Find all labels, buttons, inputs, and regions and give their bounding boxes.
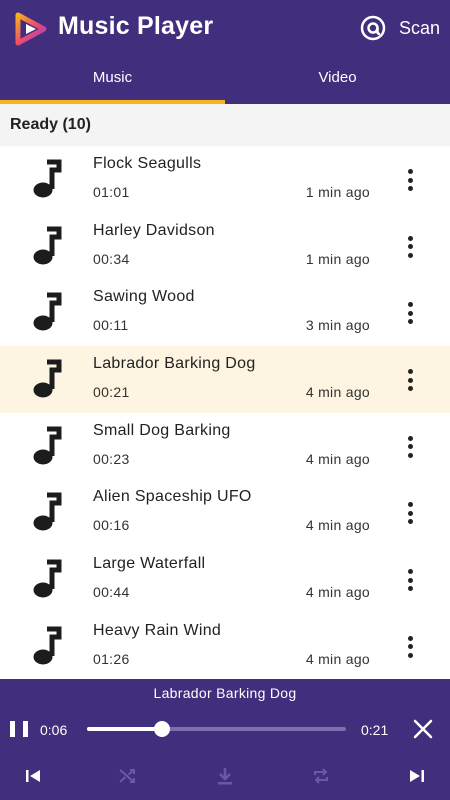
song-row[interactable]: Sawing Wood 00:11 3 min ago bbox=[0, 279, 450, 347]
scan-icon bbox=[360, 15, 386, 41]
song-title: Small Dog Barking bbox=[93, 421, 231, 439]
tab-video[interactable]: Video bbox=[225, 56, 450, 104]
tab-music-label: Music bbox=[92, 68, 133, 86]
more-options-icon[interactable] bbox=[400, 367, 420, 393]
music-note-icon bbox=[33, 626, 62, 665]
song-title: Labrador Barking Dog bbox=[93, 355, 256, 373]
more-options-icon[interactable] bbox=[400, 500, 420, 526]
seek-bar[interactable] bbox=[87, 721, 346, 737]
song-duration: 00:21 bbox=[93, 384, 130, 401]
song-row[interactable]: Large Waterfall 00:44 4 min ago bbox=[0, 546, 450, 613]
tab-music[interactable]: Music bbox=[0, 56, 225, 104]
song-title: Alien Spaceship UFO bbox=[93, 488, 252, 506]
more-options-icon[interactable] bbox=[400, 434, 420, 460]
music-note-icon bbox=[33, 226, 62, 265]
song-duration: 00:16 bbox=[93, 517, 130, 534]
song-added-time: 3 min ago bbox=[305, 317, 370, 334]
download-icon[interactable] bbox=[214, 765, 236, 787]
song-duration: 00:44 bbox=[93, 584, 130, 601]
seek-bar-thumb[interactable] bbox=[154, 721, 171, 737]
music-note-icon bbox=[33, 159, 62, 198]
music-note-icon bbox=[33, 292, 62, 331]
current-time: 0:06 bbox=[40, 722, 68, 738]
app-bar: Music Player Scan bbox=[0, 0, 450, 56]
song-duration: 01:01 bbox=[93, 184, 130, 200]
more-options-icon[interactable] bbox=[400, 634, 420, 660]
song-row-active[interactable]: Labrador Barking Dog 00:21 4 min ago bbox=[0, 346, 450, 413]
music-note-icon bbox=[33, 559, 62, 598]
mini-player: Labrador Barking Dog 0:06 0:21 bbox=[0, 679, 450, 800]
song-row[interactable]: Harley Davidson 00:34 1 min ago bbox=[0, 212, 450, 280]
song-title: Harley Davidson bbox=[93, 221, 215, 239]
song-row[interactable]: Heavy Rain Wind 01:26 4 min ago bbox=[0, 612, 450, 680]
app-title: Music Player bbox=[58, 12, 214, 40]
song-duration: 00:23 bbox=[93, 450, 130, 467]
more-options-icon[interactable] bbox=[400, 167, 420, 193]
song-duration: 00:11 bbox=[93, 317, 129, 334]
music-note-icon bbox=[33, 359, 62, 398]
song-title: Heavy Rain Wind bbox=[93, 621, 222, 639]
song-row[interactable]: Flock Seagulls 01:01 1 min ago bbox=[0, 146, 450, 213]
more-options-icon[interactable] bbox=[400, 234, 420, 260]
now-playing-title: Labrador Barking Dog bbox=[153, 685, 297, 701]
skip-previous-icon[interactable] bbox=[22, 765, 44, 787]
song-title: Large Waterfall bbox=[93, 555, 206, 573]
scan-label: Scan bbox=[398, 17, 440, 38]
song-added-time: 4 min ago bbox=[305, 584, 370, 601]
song-duration: 00:34 bbox=[93, 250, 130, 267]
repeat-icon[interactable] bbox=[310, 765, 332, 787]
music-note-icon bbox=[33, 426, 62, 465]
tab-video-label: Video bbox=[318, 68, 357, 86]
pause-icon[interactable] bbox=[10, 721, 28, 739]
song-added-time: 4 min ago bbox=[305, 517, 370, 534]
skip-next-icon[interactable] bbox=[406, 765, 428, 787]
song-added-time: 4 min ago bbox=[305, 450, 370, 467]
more-options-icon[interactable] bbox=[400, 567, 420, 593]
song-added-time: 1 min ago bbox=[305, 250, 370, 267]
tab-bar: Music Video bbox=[0, 56, 450, 104]
shuffle-icon[interactable] bbox=[117, 765, 139, 787]
song-row[interactable]: Alien Spaceship UFO 00:16 4 min ago bbox=[0, 479, 450, 547]
music-note-icon bbox=[33, 492, 62, 531]
scan-button[interactable]: Scan bbox=[359, 13, 440, 43]
song-title: Flock Seagulls bbox=[93, 155, 202, 172]
more-options-icon[interactable] bbox=[400, 300, 420, 326]
song-row[interactable]: Small Dog Barking 00:23 4 min ago bbox=[0, 412, 450, 480]
total-time: 0:21 bbox=[361, 722, 389, 738]
song-title: Sawing Wood bbox=[93, 288, 195, 306]
seek-bar-progress bbox=[87, 727, 163, 731]
song-list: Flock Seagulls 01:01 1 min ago Harley Da… bbox=[0, 146, 450, 680]
song-added-time: 4 min ago bbox=[305, 650, 370, 667]
song-added-time: 4 min ago bbox=[305, 384, 370, 401]
close-icon[interactable] bbox=[412, 718, 434, 740]
app-logo-icon bbox=[15, 12, 47, 46]
song-duration: 01:26 bbox=[93, 650, 130, 667]
section-header: Ready (10) bbox=[0, 104, 450, 146]
song-added-time: 1 min ago bbox=[305, 184, 370, 200]
